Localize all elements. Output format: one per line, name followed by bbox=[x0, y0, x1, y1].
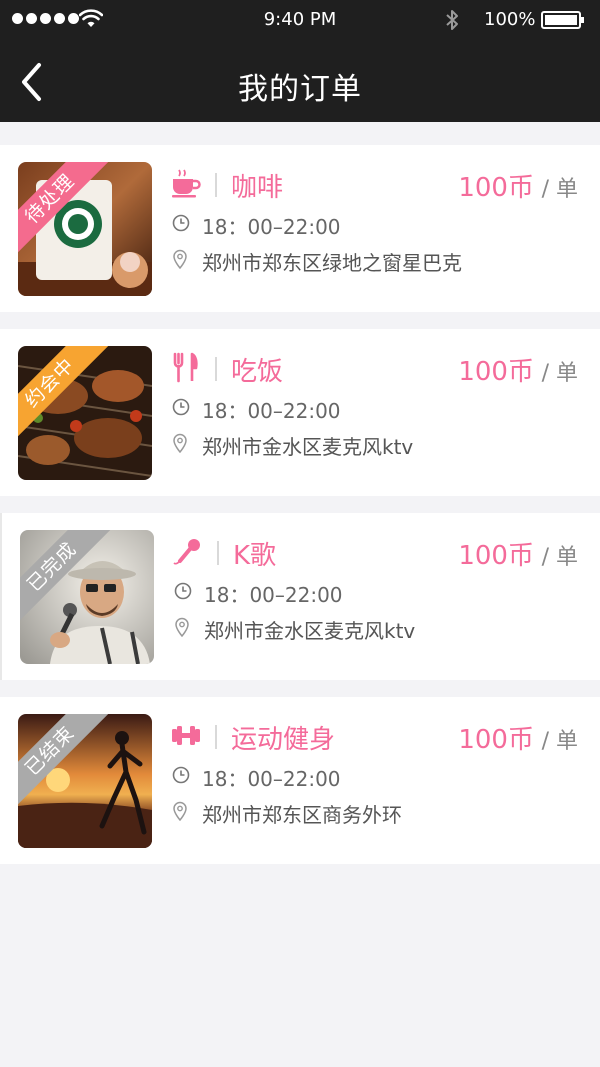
order-thumbnail-coffee: 待处理 bbox=[18, 162, 152, 296]
price: 100币 / 单 bbox=[458, 167, 578, 204]
location-pin-icon bbox=[173, 433, 187, 453]
category-name: K歌 bbox=[233, 541, 277, 571]
order-thumbnail-fitness: 已结束 bbox=[18, 714, 152, 848]
price-unit: / 单 bbox=[541, 545, 578, 570]
clock-icon bbox=[172, 214, 190, 232]
order-location: 郑州市郑东区商务外环 bbox=[202, 803, 402, 827]
order-list: 待处理 咖啡 100币 / 单 18：00–22:00 郑州市郑东区绿地之窗星巴… bbox=[0, 145, 600, 881]
order-thumbnail-dining: 约会中 bbox=[18, 346, 152, 480]
order-time: 18：00–22:00 bbox=[202, 767, 341, 791]
category-name: 咖啡 bbox=[231, 173, 284, 203]
fork-knife-icon bbox=[173, 352, 198, 383]
order-location: 郑州市金水区麦克风ktv bbox=[202, 435, 414, 459]
price-unit: / 单 bbox=[541, 729, 578, 754]
price: 100币 / 单 bbox=[458, 351, 578, 388]
price-amount: 100币 bbox=[458, 725, 534, 755]
order-time: 18：00–22:00 bbox=[204, 583, 343, 607]
coffee-cup-icon bbox=[172, 169, 201, 198]
location-pin-icon bbox=[175, 617, 189, 637]
battery-icon bbox=[541, 11, 584, 29]
clock-icon bbox=[172, 766, 190, 784]
order-time: 18：00–22:00 bbox=[202, 399, 341, 423]
battery-percent: 100% bbox=[484, 9, 536, 30]
bluetooth-icon bbox=[446, 10, 458, 30]
order-card[interactable]: 已结束 运动健身 100币 / 单 18：00–22:00 郑州市郑东区商务外环 bbox=[0, 697, 600, 864]
order-location: 郑州市郑东区绿地之窗星巴克 bbox=[202, 251, 462, 275]
price-unit: / 单 bbox=[541, 177, 578, 202]
dumbbell-icon bbox=[172, 726, 200, 745]
clock-icon bbox=[172, 398, 190, 416]
category-divider bbox=[215, 173, 217, 197]
clock-icon bbox=[174, 582, 192, 600]
category-divider bbox=[215, 357, 217, 381]
category-divider bbox=[217, 541, 219, 565]
location-pin-icon bbox=[173, 249, 187, 269]
order-time: 18：00–22:00 bbox=[202, 215, 341, 239]
order-card[interactable]: 待处理 咖啡 100币 / 单 18：00–22:00 郑州市郑东区绿地之窗星巴… bbox=[0, 145, 600, 312]
price: 100币 / 单 bbox=[458, 719, 578, 756]
order-card[interactable]: 约会中 吃饭 100币 / 单 18：00–22:00 郑州市金水区麦克风ktv bbox=[0, 329, 600, 496]
location-pin-icon bbox=[173, 801, 187, 821]
price-unit: / 单 bbox=[541, 361, 578, 386]
price-amount: 100币 bbox=[458, 541, 534, 571]
microphone-icon bbox=[173, 539, 200, 565]
header: 9:40 PM 100% 我的订单 bbox=[0, 0, 600, 122]
order-card[interactable]: 已完成 K歌 100币 / 单 18：00–22:00 郑州市金水区麦克风ktv bbox=[0, 513, 600, 680]
page-title: 我的订单 bbox=[238, 72, 362, 107]
category-name: 运动健身 bbox=[231, 725, 336, 755]
category-divider bbox=[215, 725, 217, 749]
price-amount: 100币 bbox=[458, 357, 534, 387]
status-bar: 9:40 PM 100% bbox=[0, 0, 600, 40]
price-amount: 100币 bbox=[458, 173, 534, 203]
category-name: 吃饭 bbox=[231, 357, 284, 387]
order-location: 郑州市金水区麦克风ktv bbox=[204, 619, 416, 643]
order-thumbnail-karaoke: 已完成 bbox=[20, 530, 154, 664]
price: 100币 / 单 bbox=[458, 535, 578, 572]
